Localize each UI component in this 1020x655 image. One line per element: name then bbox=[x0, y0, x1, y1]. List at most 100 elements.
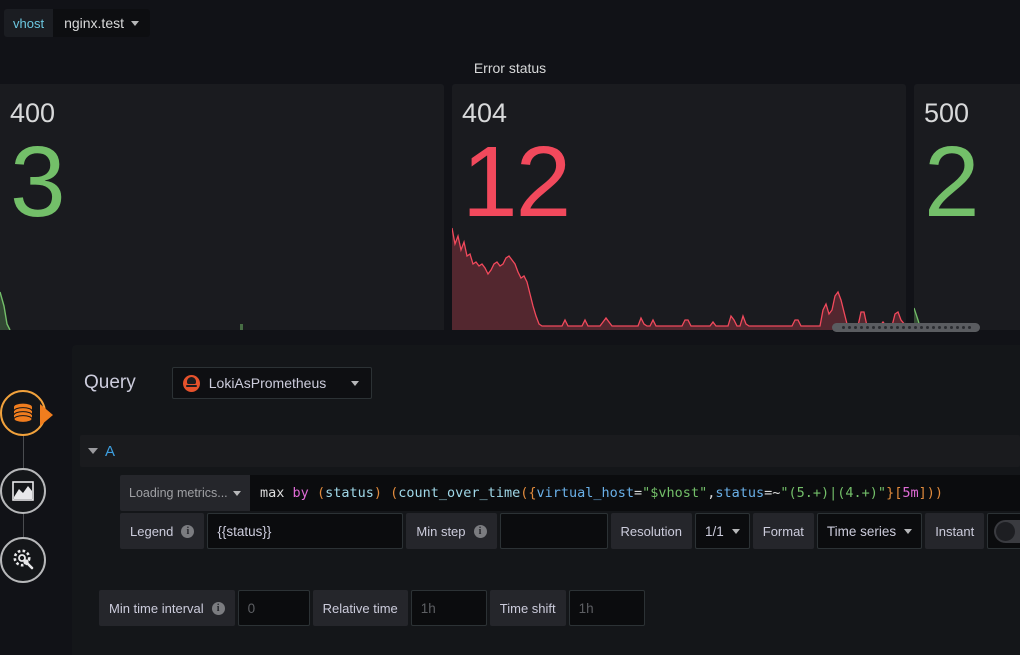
resolution-label: Resolution bbox=[611, 513, 692, 549]
expr-token: ) bbox=[935, 485, 943, 501]
format-select[interactable]: Time series bbox=[817, 513, 922, 549]
expr-token: by bbox=[293, 485, 309, 501]
expr-token bbox=[284, 485, 292, 501]
chevron-down-icon bbox=[351, 381, 359, 386]
stat-panels-row: 400 3 404 12 500 2 bbox=[0, 84, 1020, 330]
step-visualization[interactable] bbox=[0, 468, 46, 514]
stat-value: 12 bbox=[462, 132, 569, 232]
format-label-text: Format bbox=[763, 524, 804, 539]
metrics-select[interactable]: Loading metrics... bbox=[120, 475, 250, 511]
relative-time-label: Relative time bbox=[313, 590, 408, 626]
expr-token: =~ bbox=[764, 485, 780, 501]
metrics-select-label: Loading metrics... bbox=[129, 486, 228, 500]
query-row-header-a[interactable]: A bbox=[80, 435, 1020, 467]
time-shift-placeholder: 1h bbox=[579, 601, 594, 616]
min-time-interval-label-text: Min time interval bbox=[109, 601, 204, 616]
format-label: Format bbox=[753, 513, 814, 549]
query-expression-row: Loading metrics... max by (status) (coun… bbox=[120, 475, 1020, 511]
grafana-panel-edit-screen: vhost nginx.test Error status 400 3 404 … bbox=[0, 0, 1020, 655]
scrollbar-grip-dot bbox=[878, 326, 881, 329]
relative-time-placeholder: 1h bbox=[421, 601, 436, 616]
variable-vhost-label: vhost bbox=[4, 9, 53, 37]
expr-token: ( bbox=[317, 485, 325, 501]
variable-vhost[interactable]: vhost nginx.test bbox=[4, 9, 150, 37]
expr-token: ) bbox=[927, 485, 935, 501]
query-section-label: Query bbox=[84, 372, 136, 394]
expr-token: ) bbox=[374, 485, 382, 501]
sparkline-500 bbox=[914, 220, 1020, 330]
instant-label: Instant bbox=[925, 513, 984, 549]
scrollbar-grip-dot bbox=[884, 326, 887, 329]
time-shift-label-text: Time shift bbox=[500, 601, 556, 616]
relative-time-input[interactable]: 1h bbox=[411, 590, 487, 626]
time-shift-label: Time shift bbox=[490, 590, 566, 626]
legend-label-text: Legend bbox=[130, 524, 173, 539]
scrollbar-grip-dot bbox=[914, 326, 917, 329]
scrollbar-grip-dot bbox=[842, 326, 845, 329]
scrollbar-grip-dot bbox=[902, 326, 905, 329]
min-time-interval-label: Min time interval i bbox=[99, 590, 235, 626]
expr-token: max bbox=[260, 485, 284, 501]
scrollbar-grip-dot bbox=[872, 326, 875, 329]
time-shift-input[interactable]: 1h bbox=[569, 590, 645, 626]
resolution-value: 1/1 bbox=[705, 524, 724, 539]
chevron-down-icon bbox=[904, 529, 912, 534]
resolution-label-text: Resolution bbox=[621, 524, 682, 539]
stat-panel-404[interactable]: 404 12 bbox=[452, 84, 906, 330]
expr-token bbox=[382, 485, 390, 501]
scrollbar-grip-dot bbox=[854, 326, 857, 329]
min-time-interval-input[interactable]: 0 bbox=[238, 590, 310, 626]
scrollbar-grip-dot bbox=[938, 326, 941, 329]
expr-token: = bbox=[634, 485, 642, 501]
instant-toggle[interactable] bbox=[994, 520, 1020, 543]
stat-panel-400[interactable]: 400 3 bbox=[0, 84, 444, 330]
scrollbar-grip-dot bbox=[944, 326, 947, 329]
active-step-pointer bbox=[40, 404, 53, 426]
query-expression-input[interactable]: max by (status) (count_over_time({virtua… bbox=[250, 475, 1020, 511]
datasource-name: LokiAsPrometheus bbox=[209, 375, 342, 391]
query-row-letter: A bbox=[105, 443, 115, 460]
expr-token: "$vhost" bbox=[642, 485, 707, 501]
stat-value: 2 bbox=[924, 132, 978, 232]
stat-label: 500 bbox=[924, 100, 969, 127]
visualization-icon bbox=[10, 478, 36, 504]
info-icon[interactable]: i bbox=[181, 525, 194, 538]
min-step-label: Min step i bbox=[406, 513, 496, 549]
editor-step-rail bbox=[0, 390, 56, 600]
step-query-options[interactable] bbox=[0, 537, 46, 583]
scrollbar-grip-dot bbox=[968, 326, 971, 329]
legend-input[interactable]: {{status}} bbox=[207, 513, 403, 549]
query-options-row: Legend i {{status}} Min step i Resolutio… bbox=[120, 513, 1020, 549]
min-step-input[interactable] bbox=[500, 513, 608, 549]
chevron-down-icon bbox=[131, 21, 139, 26]
datasource-picker[interactable]: LokiAsPrometheus bbox=[172, 367, 372, 399]
scrollbar-grip-dot bbox=[848, 326, 851, 329]
dashboard-variable-bar: vhost nginx.test bbox=[0, 0, 1020, 46]
variable-vhost-value-text: nginx.test bbox=[64, 15, 124, 31]
min-step-label-text: Min step bbox=[416, 524, 465, 539]
expr-token: count_over_time bbox=[398, 485, 520, 501]
info-icon[interactable]: i bbox=[474, 525, 487, 538]
expr-token: status bbox=[715, 485, 764, 501]
legend-input-value: {{status}} bbox=[217, 524, 271, 539]
format-value: Time series bbox=[827, 524, 896, 539]
query-advanced-options-row: Min time interval i 0 Relative time 1h T… bbox=[99, 590, 1020, 626]
expr-token: virtual_host bbox=[536, 485, 634, 501]
scrollbar-grip-dot bbox=[890, 326, 893, 329]
expr-token: ] bbox=[919, 485, 927, 501]
scrollbar-grip-dot bbox=[962, 326, 965, 329]
database-icon bbox=[10, 400, 36, 426]
stat-panel-500[interactable]: 500 2 bbox=[914, 84, 1020, 330]
instant-toggle-wrap[interactable] bbox=[987, 513, 1020, 549]
scrollbar-grip-dot bbox=[896, 326, 899, 329]
variable-vhost-value[interactable]: nginx.test bbox=[53, 9, 150, 37]
query-expression-text: max by (status) (count_over_time({virtua… bbox=[260, 485, 943, 501]
info-icon[interactable]: i bbox=[212, 602, 225, 615]
instant-label-text: Instant bbox=[935, 524, 974, 539]
chevron-down-icon bbox=[233, 491, 241, 496]
step-datasource[interactable] bbox=[0, 390, 46, 436]
resolution-select[interactable]: 1/1 bbox=[695, 513, 750, 549]
chevron-down-icon[interactable] bbox=[88, 448, 98, 454]
horizontal-scrollbar[interactable] bbox=[832, 323, 980, 332]
scrollbar-grip-dot bbox=[860, 326, 863, 329]
